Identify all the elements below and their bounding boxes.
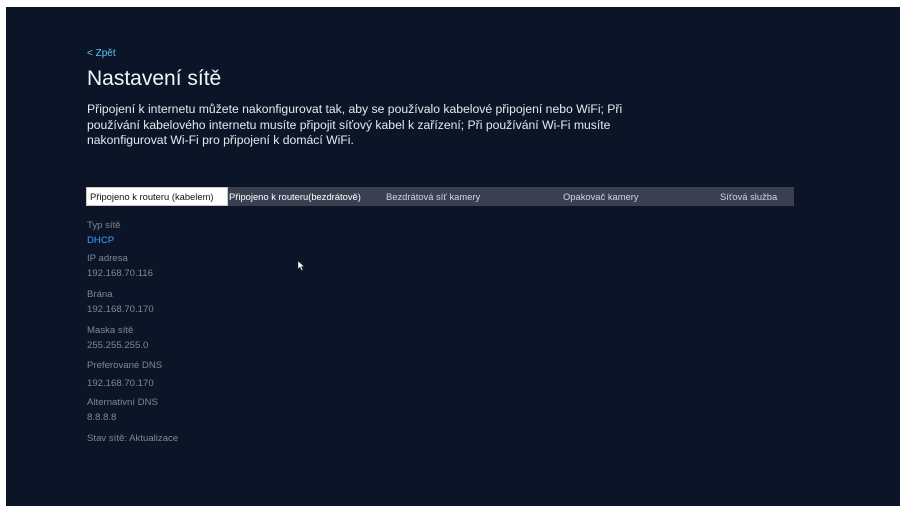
- alternate-dns-value: 8.8.8.8: [87, 412, 117, 423]
- ip-address-value: 192.168.70.116: [87, 268, 153, 279]
- alternate-dns-label: Alternativní DNS: [87, 397, 158, 408]
- ip-address-item: IP adresa 192.168.70.116: [87, 253, 347, 280]
- network-type-item: Typ sítě DHCP: [87, 220, 347, 247]
- tab-wireless-router[interactable]: Připojeno k routeru(bezdrátově): [228, 187, 371, 206]
- subnet-mask-item: Maska sítě 255.255.255.0: [87, 325, 347, 352]
- gateway-item: Brána 192.168.70.170: [87, 289, 347, 316]
- tab-bar: Připojeno k routeru (kabelem) Připojeno …: [86, 187, 794, 206]
- mouse-pointer-icon: [298, 261, 305, 271]
- tab-network-service[interactable]: Síťová služba: [656, 187, 794, 206]
- subnet-mask-label: Maska sítě: [87, 325, 134, 336]
- back-button[interactable]: < Zpět: [87, 48, 116, 59]
- network-type-value: DHCP: [87, 235, 115, 246]
- preferred-dns-item: Preferované DNS 192.168.70.170: [87, 360, 347, 390]
- alternate-dns-item: Alternativní DNS 8.8.8.8: [87, 397, 347, 424]
- network-status: Stav sítě: Aktualizace: [87, 433, 179, 444]
- gateway-label: Brána: [87, 289, 113, 300]
- preferred-dns-value: 192.168.70.170: [87, 378, 154, 389]
- tab-wired-router[interactable]: Připojeno k routeru (kabelem): [86, 187, 228, 206]
- tab-camera-repeater[interactable]: Opakovač kamery: [518, 187, 656, 206]
- ip-address-label: IP adresa: [87, 253, 128, 264]
- subnet-mask-value: 255.255.255.0: [87, 340, 149, 351]
- network-type-label: Typ sítě: [87, 220, 121, 231]
- page-title: Nastavení sítě: [87, 67, 222, 90]
- preferred-dns-label: Preferované DNS: [87, 360, 163, 371]
- page-description: Připojení k internetu můžete nakonfiguro…: [87, 102, 623, 147]
- tab-camera-wireless-network[interactable]: Bezdrátová síť kamery: [371, 187, 518, 206]
- tv-screen: < Zpět Nastavení sítě Připojení k intern…: [6, 7, 900, 506]
- gateway-value: 192.168.70.170: [87, 304, 154, 315]
